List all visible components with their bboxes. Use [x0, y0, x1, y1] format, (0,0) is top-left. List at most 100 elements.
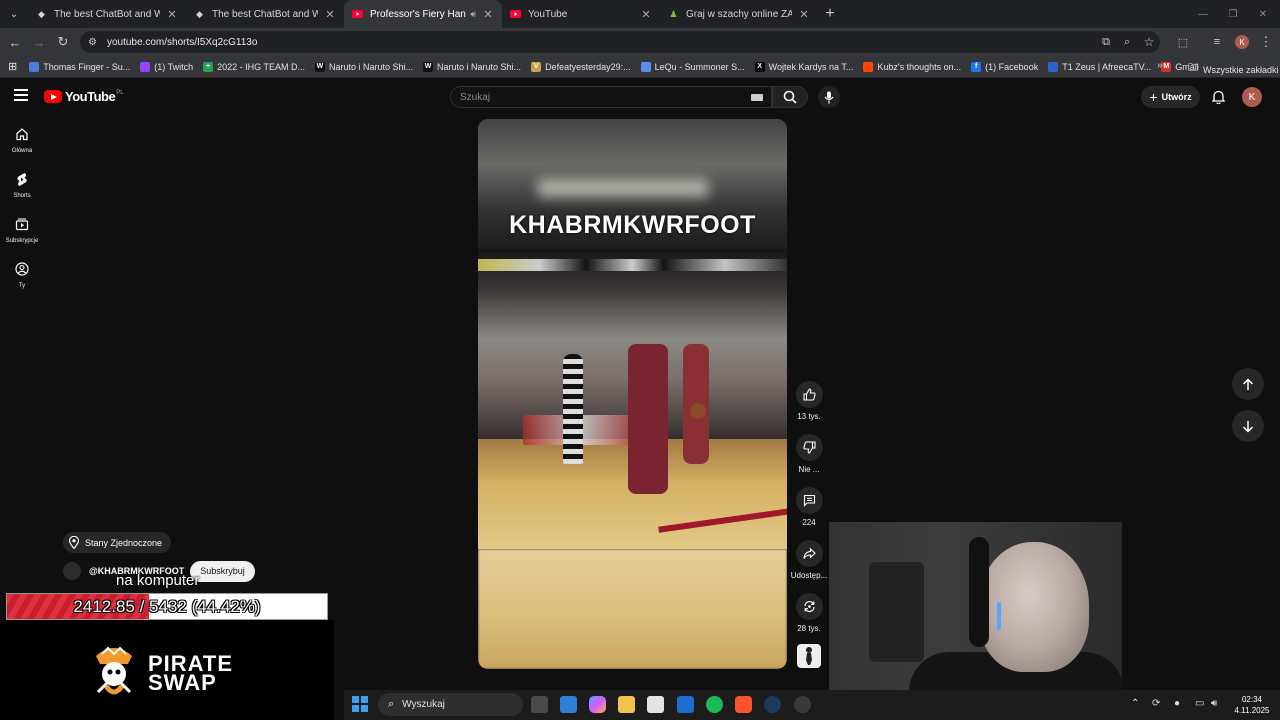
bookmark-item[interactable]: (1) Twitch — [140, 61, 194, 72]
basketball — [690, 403, 706, 419]
store-icon[interactable] — [647, 696, 664, 713]
start-button[interactable] — [352, 696, 368, 712]
apps-grid-icon[interactable]: ⊞ — [8, 60, 17, 73]
task-view-icon[interactable] — [531, 696, 548, 713]
bookmark-label: (1) Twitch — [154, 61, 194, 72]
next-short-button[interactable] — [1232, 410, 1264, 442]
keyboard-icon[interactable] — [751, 94, 763, 101]
site-info-icon[interactable]: ⚙ — [88, 37, 97, 48]
system-clock[interactable]: 02:34 4.11.2025 — [1232, 694, 1272, 716]
like-button[interactable]: 13 tys. — [787, 381, 831, 421]
share-button[interactable]: Udostęp... — [787, 540, 831, 580]
bookmark-item[interactable]: V Defeatyesterday29:... — [531, 61, 631, 72]
bookmark-item[interactable]: X Wojtek Kardys na T... — [754, 61, 853, 72]
reload-icon[interactable]: ↻ — [51, 30, 75, 54]
sidebar-item-home[interactable]: Główna — [0, 120, 44, 165]
file-explorer-icon[interactable] — [618, 696, 635, 713]
subscribe-button[interactable]: Subskrybuj — [190, 560, 255, 582]
bookmark-item[interactable]: LeQu - Summoner S... — [640, 61, 745, 72]
like-count: 13 tys. — [797, 412, 821, 421]
volume-icon[interactable]: 🔊︎ — [1211, 698, 1217, 709]
search-button[interactable] — [772, 86, 808, 108]
new-tab-button[interactable]: + — [818, 0, 842, 28]
all-bookmarks-label: Wszystkie zakładki — [1203, 64, 1279, 75]
create-button[interactable]: + Utwórz — [1141, 86, 1200, 108]
browser-tab[interactable]: ♟ Graj w szachy online ZA DARMO ✕ — [660, 0, 818, 28]
goal-progress-text: 2412.85 / 5432 (44.42%) — [73, 596, 261, 616]
address-bar[interactable]: ⚙ youtube.com/shorts/I5Xq2cG113o — [80, 31, 1160, 53]
voice-search-button[interactable] — [818, 86, 840, 108]
bookmark-label: 2022 - IHG TEAM D... — [217, 61, 305, 72]
all-bookmarks-folder[interactable]: 🗀 Wszystkie zakładki — [1188, 61, 1279, 78]
bookmark-item[interactable]: Thomas Finger - Su... — [29, 61, 130, 72]
arena-lights — [538, 179, 708, 197]
youtube-logo[interactable]: YouTube PL — [44, 89, 124, 104]
bookmark-item[interactable]: Kubz's thoughts on... — [863, 61, 961, 72]
extensions-icon[interactable]: ⬚ — [1171, 30, 1195, 54]
search-input[interactable]: Szukaj — [450, 86, 772, 108]
notifications-button[interactable] — [1208, 87, 1228, 107]
close-window-icon[interactable]: ✕ — [1248, 0, 1278, 28]
audio-playing-icon[interactable]: 🔊︎ — [470, 9, 476, 20]
close-tab-icon[interactable]: ✕ — [166, 8, 178, 21]
share-label: Udostęp... — [790, 571, 828, 580]
bookmark-item[interactable]: W Naruto i Naruto Shi... — [314, 61, 413, 72]
copilot-icon[interactable] — [589, 696, 606, 713]
bookmark-favicon-icon: W — [423, 61, 434, 72]
app-icon[interactable] — [794, 696, 811, 713]
region-code: PL — [116, 89, 124, 96]
comments-button[interactable]: 224 — [787, 487, 831, 527]
bookmark-item[interactable]: +2022 - IHG TEAM D... — [203, 61, 305, 72]
tab-search-button[interactable]: ⌄ — [0, 0, 28, 28]
close-tab-icon[interactable]: ✕ — [324, 8, 336, 21]
bookmark-favicon-icon: X — [754, 61, 765, 72]
bookmark-item[interactable]: f (1) Facebook — [971, 61, 1038, 72]
pirate-swap-logo-icon — [96, 646, 132, 695]
menu-hamburger-icon[interactable] — [14, 89, 28, 101]
brave-browser-icon[interactable] — [735, 696, 752, 713]
dislike-button[interactable]: Nie ... — [787, 434, 831, 474]
maximize-window-icon[interactable]: ❐ — [1218, 0, 1248, 28]
location-chip[interactable]: Stany Zjednoczone — [63, 532, 172, 553]
remix-button[interactable]: 28 tys. — [787, 593, 831, 633]
close-tab-icon[interactable]: ✕ — [482, 8, 494, 21]
bell-icon — [1211, 90, 1225, 104]
channel-avatar[interactable] — [63, 562, 81, 580]
outlook-icon[interactable] — [560, 696, 577, 713]
profile-avatar[interactable]: K — [1235, 35, 1249, 49]
forward-arrow-icon[interactable]: → — [27, 30, 51, 54]
bookmark-star-icon[interactable]: ☆ — [1137, 30, 1161, 54]
back-arrow-icon[interactable]: ← — [3, 30, 27, 54]
browser-tab[interactable]: ◆ The best ChatBot and Widgets ✕ — [28, 0, 186, 28]
browser-tab[interactable]: YouTube ✕ — [502, 0, 660, 28]
spotify-icon[interactable] — [706, 696, 723, 713]
you-icon — [14, 261, 30, 277]
browser-tab-active[interactable]: Professor's Fiery Handles - 🔊︎ ✕ — [344, 0, 502, 28]
app-icon[interactable] — [677, 696, 694, 713]
show-hidden-icons[interactable]: ⌃ — [1131, 698, 1139, 709]
media-controls-icon[interactable]: ≡ — [1205, 30, 1229, 54]
bookmark-item[interactable]: W Naruto i Naruto Shi... — [423, 61, 521, 72]
steam-icon[interactable] — [764, 696, 781, 713]
zoom-icon[interactable]: ⌕ — [1115, 30, 1139, 54]
dislike-icon — [795, 434, 823, 461]
network-icon[interactable]: ▭ — [1195, 698, 1204, 709]
minimize-window-icon[interactable]: — — [1188, 0, 1218, 28]
browser-menu-icon[interactable]: ⋮ — [1254, 30, 1278, 54]
close-tab-icon[interactable]: ✕ — [640, 8, 652, 21]
sidebar-item-you[interactable]: Ty — [0, 255, 44, 300]
sidebar-item-subscriptions[interactable]: Subskrypcje — [0, 210, 44, 255]
sync-icon[interactable]: ⟳ — [1152, 698, 1160, 709]
previous-short-button[interactable] — [1232, 368, 1264, 400]
bookmark-item[interactable]: T1 Zeus | AfreecaTV... — [1048, 61, 1151, 72]
microphone-tray-icon[interactable]: ● — [1174, 698, 1180, 709]
more-bookmarks-icon[interactable]: » — [1157, 60, 1163, 71]
close-tab-icon[interactable]: ✕ — [798, 8, 810, 21]
sidebar-item-shorts[interactable]: Shorts — [0, 165, 44, 210]
browser-tab[interactable]: ◆ The best ChatBot and Widgets ✕ — [186, 0, 344, 28]
shorts-video-player[interactable]: KHABRMKWRFOOT — [478, 119, 787, 669]
sound-thumbnail[interactable] — [797, 644, 821, 668]
taskbar-search[interactable]: ⌕ Wyszukaj — [378, 693, 523, 716]
account-avatar[interactable]: K — [1242, 87, 1262, 107]
create-label: Utwórz — [1161, 92, 1192, 102]
